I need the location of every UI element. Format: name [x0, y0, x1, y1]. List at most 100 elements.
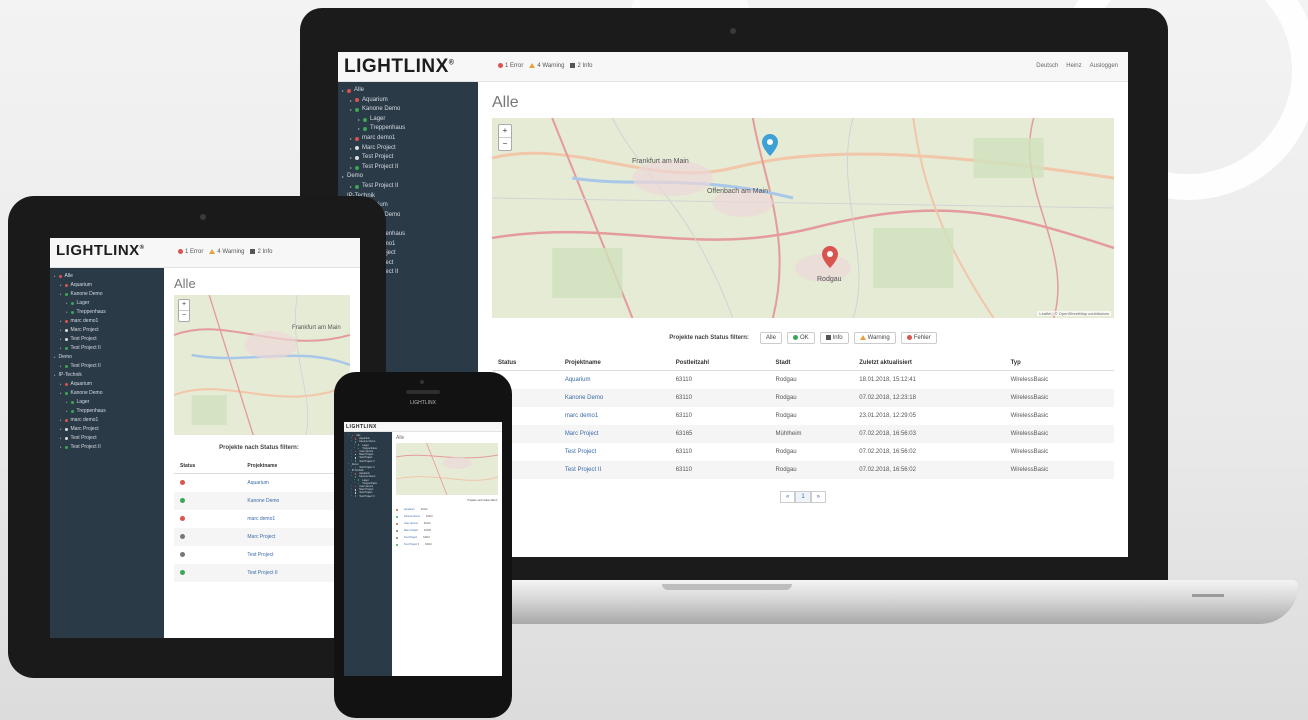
tree-item[interactable]: ▸ Aquarium: [50, 380, 164, 389]
table-row[interactable]: Test Project 63110 Rodgau 07.02.2018, 16:56…: [492, 443, 1114, 461]
expand-arrow-icon[interactable]: ▸: [348, 469, 349, 472]
tree-item[interactable]: ▸ Aquarium: [338, 96, 478, 106]
list-item[interactable]: marc demo1 63110: [396, 520, 498, 527]
col-postal-code[interactable]: Postleitzahl: [669, 356, 770, 372]
expand-arrow-icon[interactable]: ▸: [350, 105, 352, 115]
expand-arrow-icon[interactable]: ▸: [350, 144, 352, 154]
tree-item[interactable]: ▸ Treppenhaus: [50, 407, 164, 416]
expand-arrow-icon[interactable]: ▸: [358, 124, 360, 134]
table-row[interactable]: Test Project: [174, 546, 350, 564]
project-name-link[interactable]: Aquarium: [559, 371, 670, 389]
expand-arrow-icon[interactable]: ▸: [66, 299, 68, 308]
table-row[interactable]: Marc Project: [174, 527, 350, 546]
project-name-link[interactable]: marc demo1: [404, 522, 418, 525]
expand-arrow-icon[interactable]: ▸: [60, 389, 62, 398]
expand-arrow-icon[interactable]: ▸: [351, 475, 352, 478]
tree-item[interactable]: ▸ Test Project II: [50, 344, 164, 353]
project-name-link[interactable]: Kanone Demo: [404, 515, 420, 518]
table-row[interactable]: marc demo1 63110 Rodgau 23.01.2018, 12:29:0…: [492, 407, 1114, 425]
expand-arrow-icon[interactable]: ▸: [66, 308, 68, 317]
tree-item[interactable]: ▸ Test Project II: [344, 495, 392, 498]
tablet-project-map[interactable]: + − Frankfurt am Main: [174, 295, 350, 435]
tree-item[interactable]: ▸ Kanone Demo: [338, 105, 478, 115]
expand-arrow-icon[interactable]: ▸: [342, 86, 344, 96]
tablet-warning-count[interactable]: 4 Warning: [209, 249, 244, 255]
expand-arrow-icon[interactable]: ▸: [60, 434, 62, 443]
list-item[interactable]: Kanone Demo 63110: [396, 513, 498, 520]
col-project-name[interactable]: Projektname: [558, 356, 670, 372]
error-count[interactable]: 1 Error: [498, 63, 523, 69]
tree-item[interactable]: ▸ Test Project: [50, 434, 164, 443]
expand-arrow-icon[interactable]: ▸: [350, 163, 352, 173]
tree-item[interactable]: ▸ Test Project: [338, 153, 478, 163]
tree-item[interactable]: ▸ marc demo1: [50, 416, 164, 425]
expand-arrow-icon[interactable]: ▸: [60, 290, 62, 299]
expand-arrow-icon[interactable]: ▸: [358, 115, 360, 125]
tree-item[interactable]: ▸ marc demo1: [50, 317, 164, 326]
table-row[interactable]: Marc Project 63165 Mühlheim 07.02.2018, 16:…: [492, 424, 1114, 443]
pager-prev-button[interactable]: «: [779, 490, 796, 503]
project-name-link[interactable]: Marc Project: [404, 529, 418, 532]
project-name-link[interactable]: Test Project: [404, 536, 417, 539]
expand-arrow-icon[interactable]: ▸: [354, 447, 355, 450]
project-map[interactable]: + − Frankfurt am Main Offenbach am Main …: [492, 118, 1114, 318]
tree-item[interactable]: ▸ Test Project II: [338, 182, 478, 192]
tree-item[interactable]: ▸ Lager: [50, 299, 164, 308]
phone-project-map[interactable]: [396, 443, 498, 495]
warning-count[interactable]: 4 Warning: [529, 63, 564, 69]
expand-arrow-icon[interactable]: ▸: [351, 440, 352, 443]
col-city[interactable]: Stadt: [769, 356, 854, 372]
expand-arrow-icon[interactable]: ▸: [60, 326, 62, 335]
list-item[interactable]: Test Project II 63110: [396, 541, 498, 548]
map-marker-red-icon[interactable]: [822, 246, 838, 268]
col-updated[interactable]: Zuletzt aktualisiert: [853, 356, 1005, 372]
project-name-link[interactable]: marc demo1: [559, 407, 670, 425]
list-item[interactable]: Marc Project 63165: [396, 527, 498, 534]
filter-ok-button[interactable]: OK: [786, 332, 815, 345]
expand-arrow-icon[interactable]: ▸: [60, 362, 62, 371]
tree-item[interactable]: ▸ Aquarium: [50, 281, 164, 290]
col-status[interactable]: Status: [492, 356, 559, 372]
tablet-brand-logo[interactable]: LIGHTLINX®: [56, 242, 145, 259]
expand-arrow-icon[interactable]: ▸: [351, 495, 352, 498]
filter-error-button[interactable]: Fehler: [900, 332, 937, 345]
expand-arrow-icon[interactable]: ▸: [66, 398, 68, 407]
expand-arrow-icon[interactable]: ▸: [54, 353, 56, 362]
expand-arrow-icon[interactable]: ▸: [342, 172, 344, 182]
tablet-error-count[interactable]: 1 Error: [178, 249, 203, 255]
logout-link[interactable]: Ausloggen: [1090, 63, 1118, 69]
tree-item[interactable]: ▸ Marc Project: [338, 144, 478, 154]
tree-item[interactable]: ▸ Kanone Demo: [50, 389, 164, 398]
table-row[interactable]: Test Project II: [174, 563, 350, 582]
col-type[interactable]: Typ: [1004, 356, 1114, 372]
expand-arrow-icon[interactable]: ▸: [354, 482, 355, 485]
tree-item[interactable]: ▸ Marc Project: [50, 425, 164, 434]
expand-arrow-icon[interactable]: ▸: [60, 281, 62, 290]
expand-arrow-icon[interactable]: ▸: [350, 134, 352, 144]
tree-item[interactable]: ▸ Demo: [50, 353, 164, 362]
tablet-zoom-in-button[interactable]: +: [179, 300, 189, 311]
table-row[interactable]: marc demo1: [174, 510, 350, 528]
table-row[interactable]: Kanone Demo: [174, 491, 350, 510]
expand-arrow-icon[interactable]: ▸: [348, 463, 349, 466]
tree-item[interactable]: ▸ Lager: [50, 398, 164, 407]
list-item[interactable]: Aquarium 63110: [396, 506, 498, 513]
tablet-zoom-out-button[interactable]: −: [179, 311, 189, 321]
pager-page-1[interactable]: 1: [795, 490, 811, 503]
expand-arrow-icon[interactable]: ▸: [350, 153, 352, 163]
map-marker-blue-icon[interactable]: [762, 134, 778, 156]
expand-arrow-icon[interactable]: ▸: [348, 434, 349, 437]
phone-brand-logo[interactable]: LIGHTLINX: [346, 424, 377, 430]
expand-arrow-icon[interactable]: ▸: [60, 443, 62, 452]
map-attribution[interactable]: Leaflet | © OpenStreetMap contributors: [1037, 311, 1111, 316]
tree-item[interactable]: ▸ Test Project II: [50, 443, 164, 452]
table-row[interactable]: Test Project II 63110 Rodgau 07.02.2018, 16…: [492, 460, 1114, 479]
filter-all-button[interactable]: Alle: [759, 332, 782, 345]
project-name-link[interactable]: Marc Project: [558, 424, 670, 443]
project-name-link[interactable]: Test Project: [559, 443, 670, 461]
tree-item[interactable]: ▸ Lager: [338, 115, 478, 125]
expand-arrow-icon[interactable]: ▸: [60, 425, 62, 434]
project-name-link[interactable]: Test Project II: [558, 460, 670, 479]
tablet-info-count[interactable]: 2 Info: [250, 249, 272, 255]
tree-item[interactable]: ▸IP-Technik: [50, 371, 164, 380]
